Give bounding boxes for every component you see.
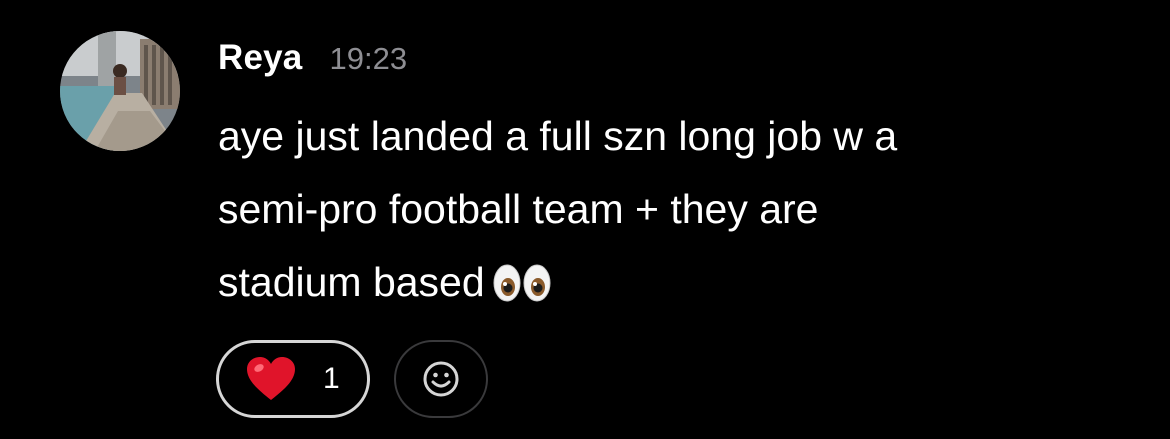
message-line: semi-pro football team + they are	[218, 186, 819, 232]
reaction-count: 1	[323, 362, 340, 395]
smiley-face-icon	[423, 361, 459, 397]
chat-message: Reya 19:23 aye just landed a full szn lo…	[0, 0, 1170, 439]
message-text: aye just landed a full szn long job w a …	[218, 100, 1118, 319]
message-header: Reya 19:23	[218, 38, 407, 84]
reactions-bar: 1	[216, 340, 488, 418]
eyes-emoji-icon	[491, 253, 553, 326]
heart-reaction-button[interactable]: 1	[216, 340, 370, 418]
sender-name[interactable]: Reya	[218, 38, 302, 78]
timestamp: 19:23	[329, 41, 408, 76]
add-reaction-button[interactable]	[394, 340, 488, 418]
heart-emoji-icon	[247, 357, 295, 400]
avatar[interactable]	[60, 31, 180, 151]
avatar-photo	[60, 31, 180, 151]
message-line-text: stadium based	[218, 259, 485, 305]
message-line: aye just landed a full szn long job w a	[218, 113, 898, 159]
message-line-last: stadium based	[218, 246, 1118, 319]
